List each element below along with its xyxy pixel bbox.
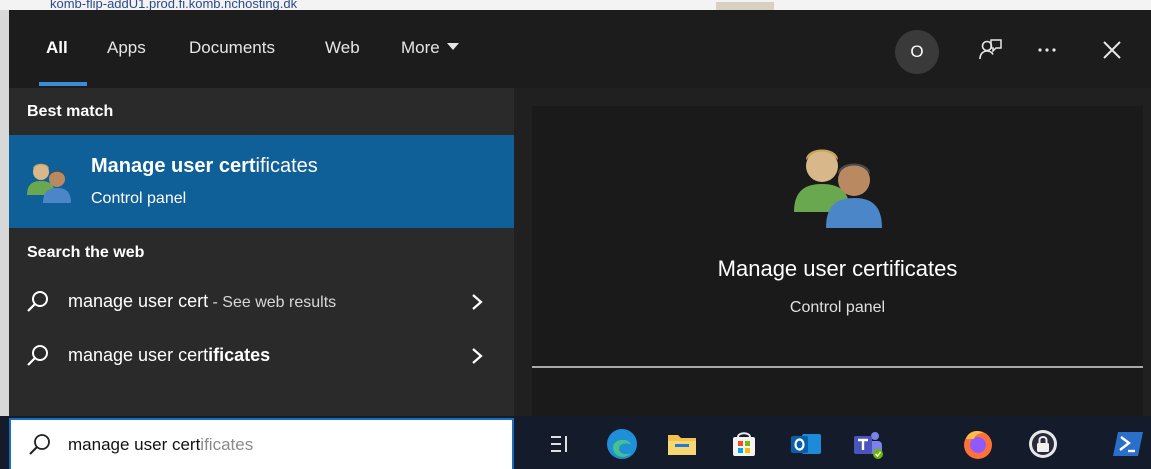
tab-more[interactable]: More	[401, 38, 459, 58]
web-result-text: manage user cert - See web results	[68, 291, 336, 312]
search-typed-text: manage user cert	[68, 435, 201, 454]
best-match-subtitle: Control panel	[91, 190, 187, 207]
search-input[interactable]: manage user certificates	[68, 435, 253, 455]
preview-title: Manage user certificates	[717, 256, 958, 281]
account-avatar[interactable]: O	[895, 30, 939, 74]
outlook-icon[interactable]	[786, 424, 826, 464]
close-icon[interactable]	[1094, 32, 1130, 68]
task-view-icon[interactable]	[540, 424, 580, 464]
background-window-edge	[0, 10, 9, 416]
more-options-icon[interactable]	[1029, 32, 1065, 68]
tab-apps[interactable]: Apps	[107, 38, 146, 58]
active-tab-indicator	[39, 82, 87, 86]
preview-subtitle: Control panel	[789, 299, 886, 316]
firefox-icon[interactable]	[958, 424, 998, 464]
search-tab-bar: All Apps Documents Web More O	[9, 10, 1151, 88]
chevron-right-icon	[472, 348, 483, 364]
screen: komb-flip-addU1.prod.fi.komb.nchosting.d…	[0, 0, 1151, 469]
tab-all[interactable]: All	[46, 38, 68, 58]
web-result-suffix: - See web results	[208, 294, 337, 311]
tab-documents[interactable]: Documents	[189, 38, 275, 58]
teams-icon[interactable]	[848, 424, 888, 464]
result-preview-pane: Manage user certificates Control panel	[532, 106, 1143, 416]
users-icon	[794, 149, 882, 228]
search-panel: All Apps Documents Web More O Best match…	[9, 10, 1151, 416]
results-list: Best match Manage user certificates Cont…	[9, 88, 514, 416]
web-result-row[interactable]: manage user certificates	[9, 331, 514, 381]
preview-divider	[532, 366, 1143, 368]
taskbar: manage user certificates	[0, 416, 1151, 469]
tab-more-label: More	[401, 38, 440, 57]
tab-web[interactable]: Web	[325, 38, 360, 58]
best-match-title-bold: Manage user cert	[91, 155, 256, 177]
chevron-right-icon	[472, 294, 483, 310]
taskbar-search-box[interactable]: manage user certificates	[9, 418, 514, 469]
feedback-icon[interactable]	[972, 32, 1008, 68]
caret-down-icon	[446, 43, 459, 50]
search-icon	[29, 434, 50, 455]
search-suggestion-text: ificates	[200, 435, 254, 454]
web-result-row[interactable]: manage user cert - See web results	[9, 277, 514, 327]
file-explorer-icon[interactable]	[662, 424, 702, 464]
web-result-query: manage user cert	[68, 345, 209, 365]
users-icon	[27, 163, 71, 203]
search-icon	[27, 291, 48, 312]
keepass-icon[interactable]	[1023, 424, 1063, 464]
web-result-query: manage user cert	[68, 291, 209, 311]
best-match-title: Manage user certificates	[91, 155, 318, 178]
search-icon	[27, 345, 48, 366]
edge-icon[interactable]	[602, 424, 642, 464]
best-match-heading: Best match	[27, 103, 114, 120]
web-result-text: manage user certificates	[68, 345, 270, 366]
store-icon[interactable]	[724, 424, 764, 464]
powershell-icon[interactable]	[1108, 424, 1148, 464]
search-web-heading: Search the web	[27, 244, 145, 261]
best-match-title-rest: ificates	[255, 155, 318, 177]
best-match-result[interactable]: Manage user certificates Control panel	[9, 135, 514, 228]
web-result-completion: ificates	[208, 345, 271, 365]
